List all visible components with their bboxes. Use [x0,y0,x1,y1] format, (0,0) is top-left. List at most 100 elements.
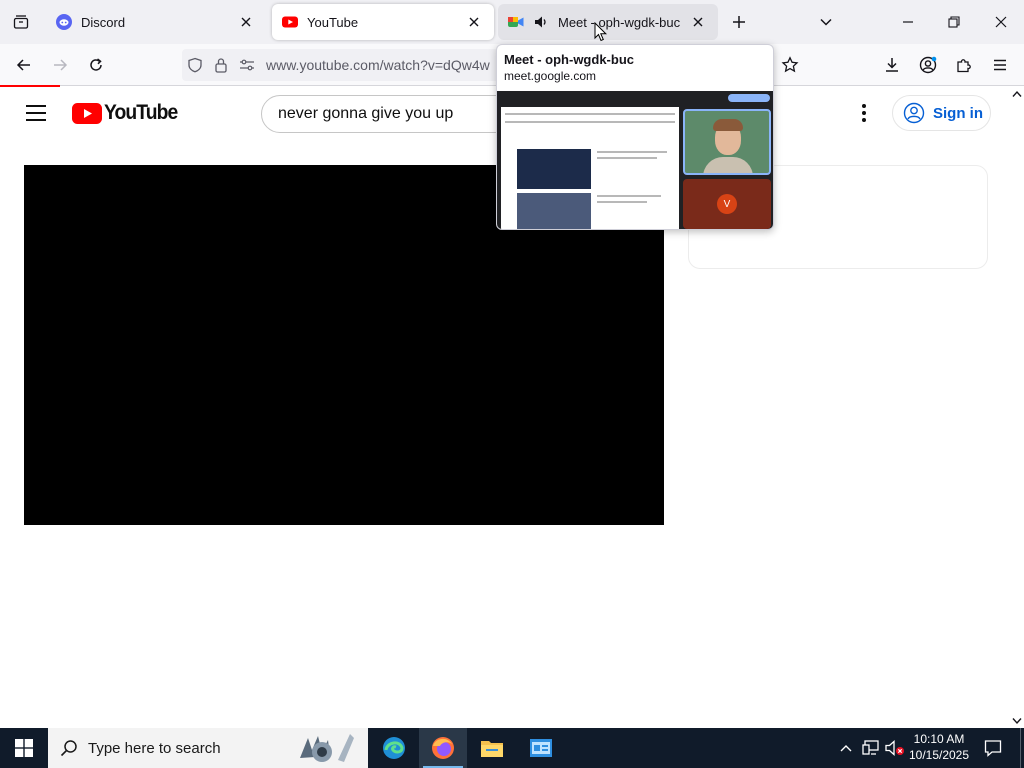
tab-title: Meet - oph-wgdk-buc [558,14,681,30]
page-scrollbar[interactable] [1010,87,1024,728]
restore-window-button[interactable] [931,0,977,44]
youtube-wordmark: YouTube [104,101,178,124]
download-icon [886,58,898,72]
minimize-icon [903,21,913,23]
youtube-icon [282,14,298,30]
extensions-button[interactable] [950,51,978,79]
thumbnail-participant-tile: V [683,179,771,229]
tab-youtube[interactable]: YouTube [272,4,494,40]
account-icon [919,56,937,74]
tab-meet[interactable]: Meet - oph-wgdk-buc [498,4,718,40]
browser-tab-strip: Discord YouTube Meet - oph-wgdk-buc [0,0,1024,44]
plus-icon [733,16,745,28]
settings-more-button[interactable] [852,99,876,127]
dot [862,111,866,115]
preview-title: Meet - oph-wgdk-buc [504,52,634,67]
permissions-icon[interactable] [234,49,260,81]
thumbnail-line [505,113,675,115]
taskbar-firefox-button[interactable] [419,728,467,768]
thumbnail-line [597,195,661,197]
volume-muted-icon [885,740,904,756]
network-tray-button[interactable] [860,728,882,768]
downloads-button[interactable] [878,51,906,79]
close-icon [469,17,479,27]
search-placeholder: Type here to search [88,739,221,757]
guide-menu-button[interactable] [24,103,48,123]
user-circle-icon [903,102,925,124]
tab-title: Discord [81,14,126,30]
chevron-down-icon [1012,718,1022,725]
clock-time: 10:10 AM [913,732,965,746]
dot [862,118,866,122]
thumbnail-video [517,149,591,189]
bookmark-button[interactable] [776,51,804,79]
taskbar-search-box[interactable]: Type here to search [48,728,368,768]
menu-icon [994,59,1006,71]
sign-in-button[interactable]: Sign in [892,95,991,131]
close-icon [995,16,1007,28]
shield-icon[interactable] [182,49,208,81]
minimize-window-button[interactable] [885,0,931,44]
reload-button[interactable] [82,51,110,79]
app-menu-button[interactable] [986,51,1014,79]
scroll-down-button[interactable] [1010,714,1024,728]
arrow-left-icon [16,59,30,71]
participant-hair [713,119,743,131]
account-button[interactable] [914,51,942,79]
close-tab-button[interactable] [688,12,708,32]
thumbnail-line [505,121,675,123]
windows-taskbar: Type here to search 10:10 AM 10/15/2025 [0,728,1024,768]
close-tab-button[interactable] [236,12,256,32]
close-icon [241,17,251,27]
thumbnail-meet-topbar [497,91,773,105]
chevron-up-icon [840,745,852,752]
edge-icon [383,737,405,759]
lock-icon[interactable] [208,49,234,81]
forward-button[interactable] [46,51,74,79]
new-tab-button[interactable] [727,10,751,34]
search-highlight-art [300,734,354,762]
chevron-up-icon [1012,90,1022,97]
windows-logo-icon [15,739,33,757]
taskbar-clock[interactable]: 10:10 AM 10/15/2025 [904,731,974,763]
thumbnail-line [597,201,647,203]
chevron-down-icon [820,18,832,26]
taskbar-file-explorer-button[interactable] [468,728,516,768]
start-button[interactable] [0,728,48,768]
thumbnail-line [597,157,657,159]
volume-tray-button[interactable] [884,728,906,768]
taskbar-edge-button[interactable] [370,728,418,768]
arrow-right-icon [54,59,68,71]
puzzle-icon [957,59,971,73]
speaker-icon[interactable] [533,14,549,30]
dot [862,104,866,108]
tab-list-icon [13,15,29,29]
back-button[interactable] [10,51,38,79]
show-desktop-divider [1019,728,1021,768]
participant-shirt [703,157,753,173]
star-icon [781,56,799,73]
show-hidden-icons-button[interactable] [836,728,856,768]
thumbnail-participant-tile [683,109,771,175]
close-tab-button[interactable] [464,12,484,32]
tab-overflow-button[interactable] [814,10,838,34]
restore-icon [948,16,960,28]
list-all-tabs-button[interactable] [0,0,42,44]
discord-icon [56,14,72,30]
taskbar-app-button[interactable] [517,728,565,768]
tab-hover-preview: Meet - oph-wgdk-buc meet.google.com V [496,44,774,230]
menu-line [26,112,46,114]
youtube-logo[interactable]: YouTube [72,101,184,124]
tab-discord[interactable]: Discord [46,4,266,40]
notification-icon [984,740,1002,757]
thumbnail-video [517,193,591,229]
folder-icon [481,741,503,757]
thumbnail-line [597,151,667,153]
notifications-button[interactable] [978,728,1008,768]
show-desktop-button[interactable] [1016,728,1024,768]
youtube-play-icon [72,102,102,124]
participant-avatar: V [717,194,737,214]
close-window-button[interactable] [978,0,1024,44]
menu-line [26,105,46,107]
scroll-up-button[interactable] [1010,87,1024,101]
